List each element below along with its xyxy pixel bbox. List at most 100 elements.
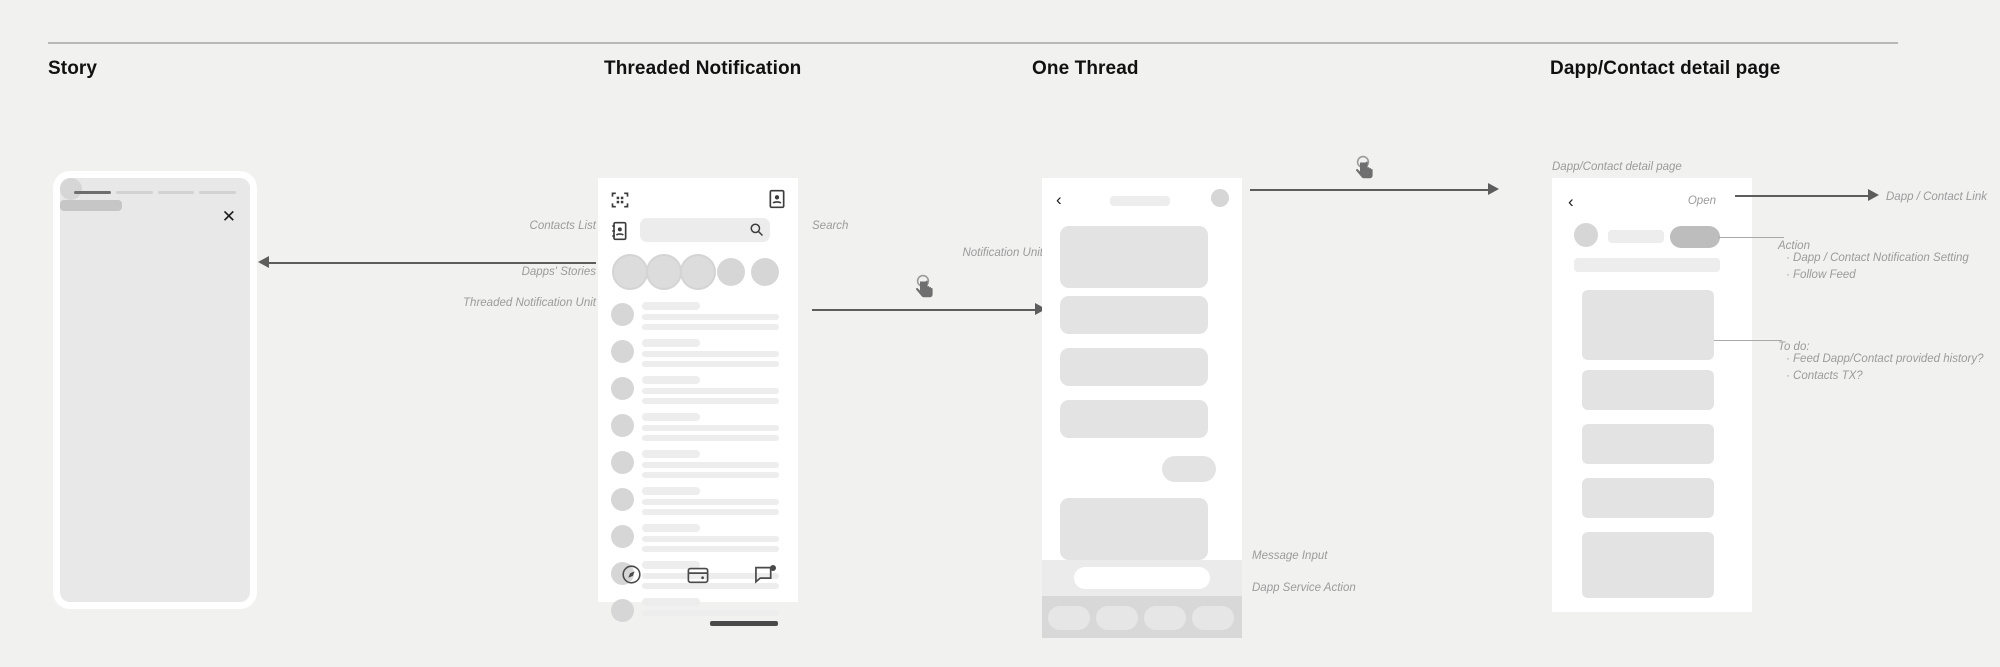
- annotation-dapp-contact-link: Dapp / Contact Link: [1886, 191, 1988, 203]
- dapp-action-pill[interactable]: [1192, 606, 1234, 630]
- list-item[interactable]: [598, 300, 798, 337]
- section-title-one-thread: One Thread: [1032, 58, 1139, 79]
- list-item[interactable]: [598, 411, 798, 448]
- list-item-line: [642, 351, 779, 357]
- avatar: [611, 525, 634, 548]
- close-icon[interactable]: ✕: [222, 208, 236, 225]
- tap-cursor-icon: [912, 274, 938, 304]
- one-thread-screen: ‹: [1042, 178, 1242, 638]
- message-bubble-outgoing[interactable]: [1162, 456, 1216, 482]
- dapp-action-pill[interactable]: [1048, 606, 1090, 630]
- connector-open-to-link: [1735, 195, 1870, 197]
- section-title-detail: Dapp/Contact detail page: [1550, 58, 1781, 79]
- contact-description: [1574, 258, 1720, 272]
- dapp-action-pill[interactable]: [1096, 606, 1138, 630]
- chat-bubble-icon[interactable]: [754, 564, 777, 590]
- annotation-contacts-list: Contacts List: [529, 220, 596, 232]
- list-item-line: [642, 610, 779, 616]
- list-item-title: [642, 339, 700, 347]
- story-progress-segment[interactable]: [115, 191, 153, 194]
- back-chevron-icon[interactable]: ‹: [1056, 191, 1062, 208]
- avatar: [611, 340, 634, 363]
- back-chevron-icon[interactable]: ‹: [1568, 193, 1574, 210]
- content-block[interactable]: [1582, 478, 1714, 518]
- annotation-dapp-service-action: Dapp Service Action: [1252, 582, 1356, 594]
- id-card-icon[interactable]: [768, 189, 786, 214]
- list-item-line: [642, 462, 779, 468]
- message-bubble[interactable]: [1060, 226, 1208, 288]
- content-block[interactable]: [1582, 424, 1714, 464]
- list-item-title: [642, 302, 700, 310]
- compass-explore-icon[interactable]: [621, 564, 642, 590]
- arrow-head-right: [1868, 189, 1879, 201]
- search-input[interactable]: [640, 218, 770, 242]
- message-bubble[interactable]: [1060, 498, 1208, 560]
- story-avatar[interactable]: [751, 258, 779, 286]
- arrow-head-right: [1488, 183, 1499, 195]
- list-item-title: [642, 413, 700, 421]
- story-avatar[interactable]: [717, 258, 745, 286]
- threaded-notification-screen: [598, 178, 798, 626]
- section-title-story: Story: [48, 58, 98, 79]
- avatar: [611, 599, 634, 622]
- connector-threaded-to-one-thread: [812, 309, 1037, 311]
- open-link[interactable]: Open: [1688, 193, 1716, 210]
- list-item[interactable]: [598, 337, 798, 374]
- message-bubble[interactable]: [1060, 400, 1208, 438]
- dapp-action-pill[interactable]: [1144, 606, 1186, 630]
- message-bubble[interactable]: [1060, 296, 1208, 334]
- list-item[interactable]: [598, 448, 798, 485]
- section-title-threaded: Threaded Notification: [604, 58, 802, 79]
- search-icon[interactable]: [749, 222, 764, 242]
- list-item-line: [642, 435, 779, 441]
- content-block[interactable]: [1582, 370, 1714, 410]
- list-item-title: [642, 450, 700, 458]
- annotation-dapps-stories: Dapps' Stories: [521, 266, 596, 278]
- primary-action-button[interactable]: [1670, 226, 1720, 248]
- story-avatar[interactable]: [612, 254, 648, 290]
- annotation-todo-list: Feed Dapp/Contact provided history? Cont…: [1778, 351, 1984, 384]
- avatar[interactable]: [60, 178, 82, 200]
- message-input[interactable]: [1074, 567, 1210, 589]
- story-progress-segment[interactable]: [199, 191, 236, 194]
- connector-one-thread-to-detail: [1250, 189, 1490, 191]
- wallet-icon[interactable]: [687, 565, 709, 589]
- story-progress-segment[interactable]: [157, 191, 195, 194]
- avatar[interactable]: [1574, 223, 1598, 247]
- content-block[interactable]: [1582, 532, 1714, 598]
- story-avatar[interactable]: [646, 254, 682, 290]
- annotation-message-input: Message Input: [1252, 550, 1328, 562]
- content-block[interactable]: [1582, 290, 1714, 360]
- annotation-action-list: Dapp / Contact Notification Setting Foll…: [1778, 250, 1969, 283]
- list-item[interactable]: [598, 374, 798, 411]
- avatar[interactable]: [1211, 189, 1229, 207]
- header-divider: [48, 42, 1898, 44]
- list-item-line: [642, 314, 779, 320]
- annotation-action-item: Dapp / Contact Notification Setting: [1786, 250, 1969, 267]
- annotation-todo-item: Contacts TX?: [1786, 368, 1984, 385]
- bottom-nav: [598, 560, 798, 594]
- avatar: [611, 414, 634, 437]
- annotation-todo-item: Feed Dapp/Contact provided history?: [1786, 351, 1984, 368]
- story-author-name: [60, 200, 122, 211]
- list-item-title: [642, 376, 700, 384]
- avatar: [611, 451, 634, 474]
- list-item[interactable]: [598, 522, 798, 559]
- qr-code-icon[interactable]: [610, 190, 630, 215]
- detail-screen: ‹ Open: [1552, 178, 1752, 612]
- list-item-title: [642, 598, 700, 606]
- story-progress-bars[interactable]: [74, 191, 236, 194]
- chat-badge-dot: [770, 564, 777, 571]
- avatar: [611, 377, 634, 400]
- list-item[interactable]: [598, 485, 798, 522]
- message-bubble[interactable]: [1060, 348, 1208, 386]
- avatar: [611, 488, 634, 511]
- list-item-line: [642, 536, 779, 542]
- contacts-book-icon[interactable]: [610, 221, 628, 246]
- scroll-indicator[interactable]: [710, 621, 778, 626]
- list-item-line: [642, 425, 779, 431]
- story-progress-segment[interactable]: [74, 191, 111, 194]
- list-item-line: [642, 398, 779, 404]
- story-avatar[interactable]: [680, 254, 716, 290]
- list-item-line: [642, 472, 779, 478]
